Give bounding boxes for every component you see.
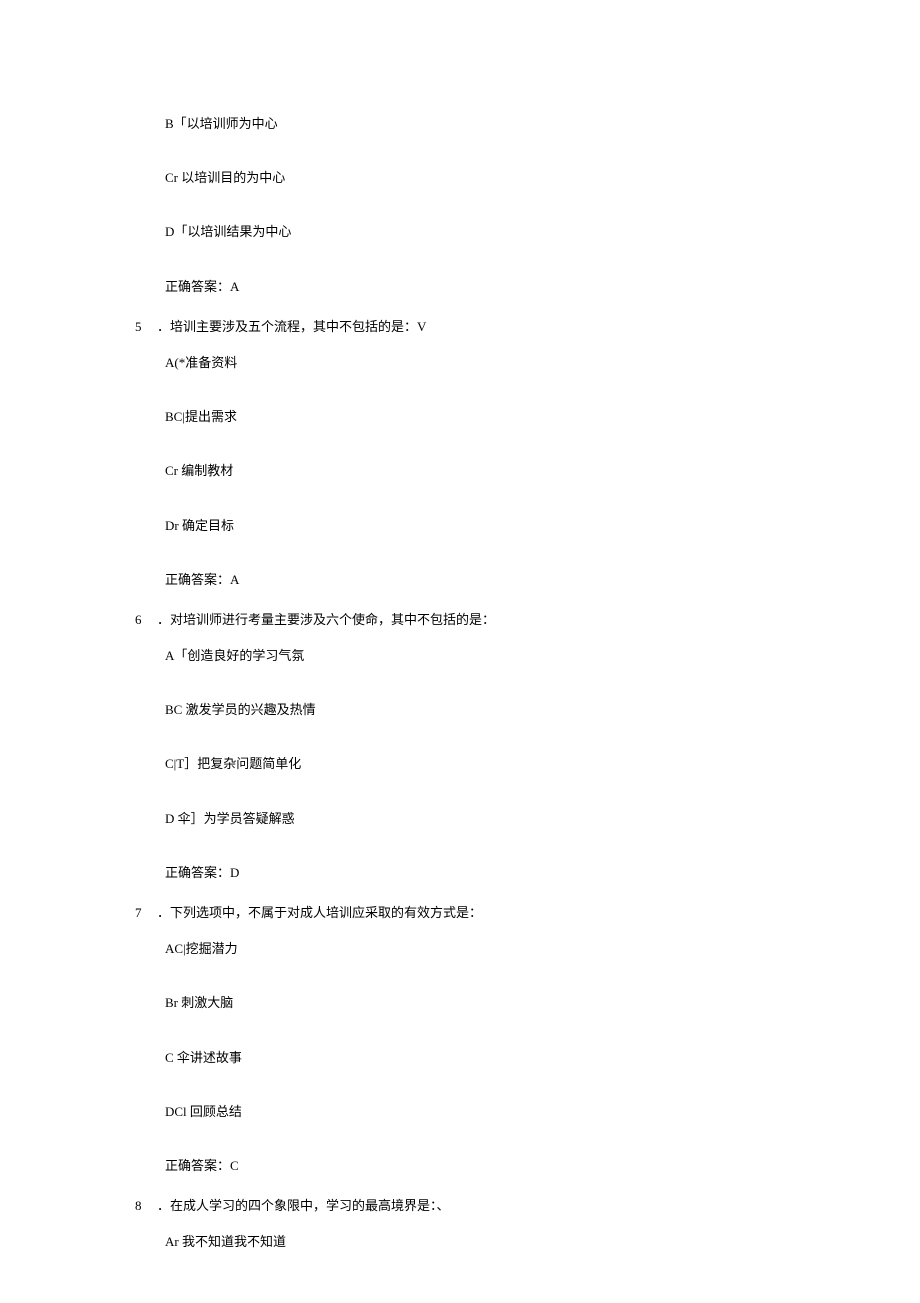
answer-option: Cr 以培训目的为中心	[165, 169, 800, 187]
correct-answer: 正确答案：D	[165, 864, 800, 882]
answer-option: D 伞］为学员答疑解惑	[165, 810, 800, 828]
answer-option: Ar 我不知道我不知道	[165, 1233, 800, 1251]
correct-answer: 正确答案：C	[165, 1157, 800, 1175]
answer-option: D「以培训结果为中心	[165, 223, 800, 241]
answer-option: C 伞讲述故事	[165, 1049, 800, 1067]
correct-answer: 正确答案：A	[165, 278, 800, 296]
question-text: ．下列选项中，不属于对成人培训应采取的有效方式是：	[157, 905, 482, 920]
question-line: 7．下列选项中，不属于对成人培训应采取的有效方式是：	[135, 904, 800, 922]
answer-option: Dr 确定目标	[165, 517, 800, 535]
question-text: ．培训主要涉及五个流程，其中不包括的是：V	[157, 319, 426, 334]
question-number: 5	[135, 318, 157, 336]
answer-option: BC 激发学员的兴趣及热情	[165, 701, 800, 719]
answer-option: BC|提出需求	[165, 408, 800, 426]
answer-option: AC|挖掘潜力	[165, 940, 800, 958]
question-number: 8	[135, 1197, 157, 1215]
answer-option: C|T］把复杂问题简单化	[165, 755, 800, 773]
answer-option: Br 刺激大脑	[165, 994, 800, 1012]
answer-option: Cr 编制教材	[165, 462, 800, 480]
answer-option: B「以培训师为中心	[165, 115, 800, 133]
question-number: 7	[135, 904, 157, 922]
answer-option: A「创造良好的学习气氛	[165, 647, 800, 665]
question-text: ．在成人学习的四个象限中，学习的最高境界是：、	[157, 1198, 450, 1213]
correct-answer: 正确答案：A	[165, 571, 800, 589]
answer-option: DCl 回顾总结	[165, 1103, 800, 1121]
question-number: 6	[135, 611, 157, 629]
question-line: 8．在成人学习的四个象限中，学习的最高境界是：、	[135, 1197, 800, 1215]
answer-option: A(*准备资料	[165, 354, 800, 372]
question-line: 6．对培训师进行考量主要涉及六个使命，其中不包括的是：	[135, 611, 800, 629]
question-line: 5．培训主要涉及五个流程，其中不包括的是：V	[135, 318, 800, 336]
question-text: ．对培训师进行考量主要涉及六个使命，其中不包括的是：	[157, 612, 495, 627]
